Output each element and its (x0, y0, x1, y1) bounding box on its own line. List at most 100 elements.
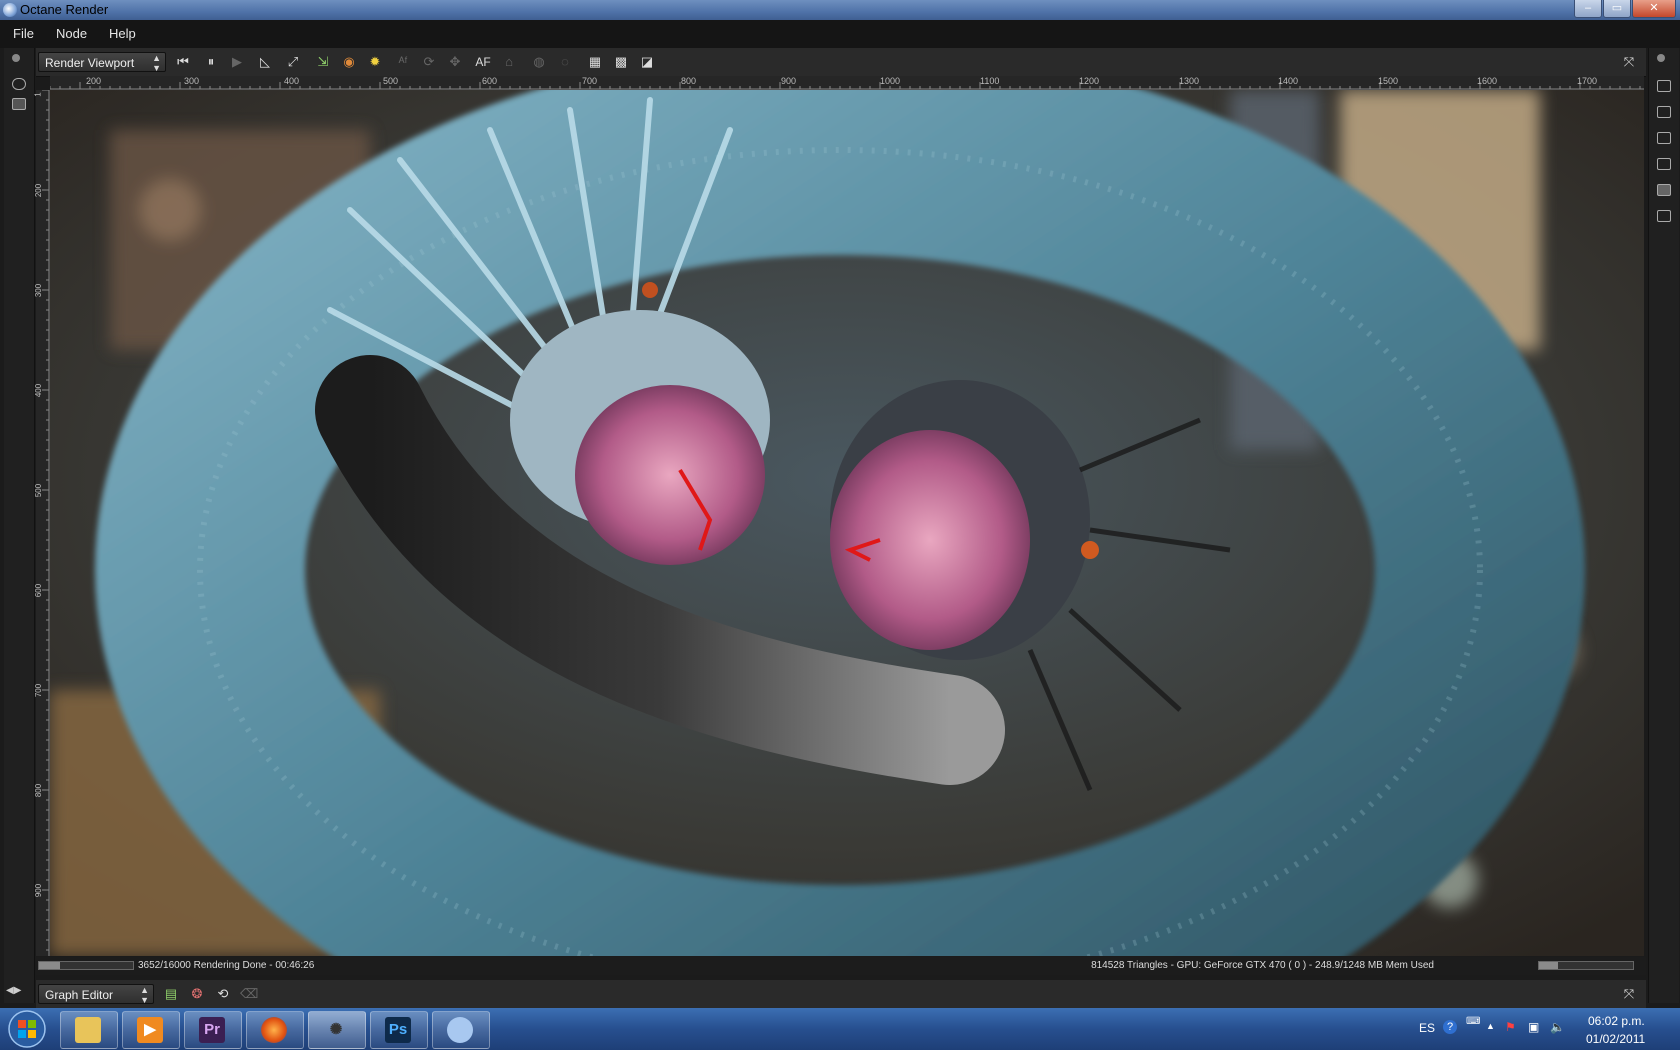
autofocus-disabled-icon[interactable]: ᴬᶠ (394, 53, 412, 71)
clock-date[interactable]: 01/02/2011 (1586, 1032, 1645, 1046)
close-button[interactable]: ✕ (1632, 0, 1676, 18)
folder-icon (75, 1017, 101, 1043)
picture-icon[interactable] (1657, 184, 1671, 196)
graph-editor-select[interactable]: Graph Editor ▲ ▼ (38, 984, 154, 1005)
show-hidden-icons-icon[interactable]: ▲ (1486, 1021, 1495, 1031)
restart-icon[interactable]: ⏮ (174, 53, 192, 71)
node-refresh-icon[interactable]: ⟲ (214, 985, 232, 1003)
title-bar: Octane Render – ▭ ✕ (0, 0, 1680, 20)
ruler-label: 200 (86, 76, 102, 86)
autofocus-button[interactable]: AF (474, 53, 492, 71)
help-icon[interactable]: ? (1443, 1020, 1457, 1034)
octane-app-icon (3, 3, 17, 17)
ruler-label: 900 (781, 76, 797, 86)
ruler-label: 1600 (1477, 76, 1498, 86)
maximize-graph-icon[interactable]: ⤧ (1620, 985, 1638, 1003)
memory-bar-fill (1539, 962, 1558, 969)
dot-icon (1657, 54, 1665, 62)
horizontal-ruler: 200 300 400 500 600 700 800 900 1000 110… (50, 76, 1644, 90)
taskbar-explorer[interactable] (60, 1011, 118, 1049)
updown-icon: ▲ ▼ (140, 985, 149, 1005)
maximize-button[interactable]: ▭ (1603, 0, 1631, 18)
nodes-icon[interactable] (1657, 106, 1671, 118)
image-icon[interactable] (1657, 80, 1671, 92)
clear-region-icon[interactable]: ◌ (556, 53, 574, 71)
pan-icon[interactable]: ✥ (446, 53, 464, 71)
clock-time[interactable]: 06:02 p.m. (1588, 1014, 1645, 1028)
ruler-label: 700 (582, 76, 598, 86)
grid-icon[interactable]: ▦ (586, 53, 604, 71)
taskbar-media-player[interactable]: ▶ (122, 1011, 180, 1049)
ruler-label: 1 (33, 92, 43, 97)
view-select[interactable]: Render Viewport ▲ ▼ (38, 52, 166, 73)
node-add-icon[interactable]: ❂ (188, 985, 206, 1003)
rotate-icon[interactable]: ⟳ (420, 53, 438, 71)
split-view-icon[interactable]: ◪ (638, 53, 656, 71)
zoom-icon[interactable] (12, 78, 26, 90)
checker-icon[interactable]: ▩ (612, 53, 630, 71)
network-icon[interactable]: ▣ (1528, 1020, 1539, 1034)
ruler-label: 400 (284, 76, 300, 86)
ruler-label: 800 (34, 783, 44, 798)
right-side-rail (1648, 48, 1679, 1003)
ruler-label: 300 (34, 283, 44, 298)
window-title: Octane Render (20, 2, 109, 17)
ruler-label: 400 (34, 383, 44, 398)
keyboard-icon[interactable]: ⌨ (1466, 1016, 1480, 1027)
volume-icon[interactable]: 🔈 (1550, 1020, 1565, 1034)
menu-bar: File Node Help (0, 20, 1680, 48)
ruler-label: 200 (34, 183, 44, 198)
render-toolbar: Render Viewport ▲ ▼ ⏮ ⏸ ▶ ◺ ⤢ ⇲ ◉ ✹ ᴬᶠ ⟳ … (36, 48, 1646, 77)
ruler-label: 300 (184, 76, 200, 86)
photoshop-icon: Ps (385, 1017, 411, 1043)
vertical-ruler: 1 200 300 400 500 600 700 800 900 (33, 90, 50, 956)
menu-node[interactable]: Node (56, 26, 87, 41)
ruler-label: 800 (681, 76, 697, 86)
ruler-label: 1100 (980, 76, 1000, 86)
ruler-label: 1400 (1278, 76, 1299, 86)
ruler-label: 600 (482, 76, 498, 86)
ruler-icon[interactable]: ◺ (256, 53, 274, 71)
minimize-button[interactable]: – (1574, 0, 1602, 18)
graph-editor-select-value: Graph Editor (45, 988, 114, 1002)
taskbar-premiere[interactable]: Pr (184, 1011, 242, 1049)
settings-grid-icon[interactable] (1657, 210, 1671, 222)
taskbar-photoshop[interactable]: Ps (370, 1011, 428, 1049)
updown-icon: ▲ ▼ (152, 53, 161, 73)
messenger-icon (447, 1017, 473, 1043)
node-delete-icon[interactable]: ⌫ (240, 985, 258, 1003)
menu-help[interactable]: Help (109, 26, 136, 41)
taskbar-firefox[interactable] (246, 1011, 304, 1049)
octane-icon: ✺ (329, 1021, 343, 1038)
lock-icon[interactable]: ⌂ (500, 53, 518, 71)
ruler-label: 1500 (1378, 76, 1399, 86)
ruler-label: 1300 (1179, 76, 1200, 86)
panel-nav-arrows-icon[interactable]: ◀▶ (6, 985, 21, 996)
region-icon[interactable]: ◍ (530, 53, 548, 71)
memory-bar (1538, 961, 1634, 970)
panel-icon[interactable] (12, 98, 26, 110)
menu-file[interactable]: File (13, 26, 34, 41)
pause-icon[interactable]: ⏸ (202, 53, 220, 71)
taskbar-messenger[interactable] (432, 1011, 490, 1049)
maximize-viewport-icon[interactable]: ⤧ (1620, 53, 1638, 71)
recenter-icon[interactable]: ⤢ (284, 53, 302, 71)
language-indicator[interactable]: ES (1419, 1021, 1435, 1035)
layers-icon[interactable] (1657, 158, 1671, 170)
load-graph-icon[interactable]: ▤ (162, 985, 180, 1003)
render-viewport[interactable] (50, 90, 1644, 956)
render-progress-bar (38, 961, 134, 970)
ruler-label: 1200 (1079, 76, 1100, 86)
sun-icon[interactable]: ✹ (366, 53, 384, 71)
picker-icon[interactable]: ◉ (340, 53, 358, 71)
play-icon[interactable]: ▶ (228, 53, 246, 71)
status-bar: 3652/16000 Rendering Done - 00:46:26 814… (36, 957, 1646, 975)
action-center-flag-icon[interactable]: ⚑ (1505, 1020, 1516, 1034)
film-icon[interactable] (1657, 132, 1671, 144)
taskbar-octane[interactable]: ✺ (308, 1011, 366, 1049)
export-icon[interactable]: ⇲ (314, 53, 332, 71)
ruler-label: 500 (383, 76, 399, 86)
render-progress-fill (39, 962, 61, 969)
taskbar: ▶ Pr ✺ Ps ES ? ⌨ ▲ ⚑ ▣ 🔈 06:02 p.m. 01/0… (0, 1008, 1680, 1050)
windows-start-icon[interactable] (3, 1008, 51, 1050)
